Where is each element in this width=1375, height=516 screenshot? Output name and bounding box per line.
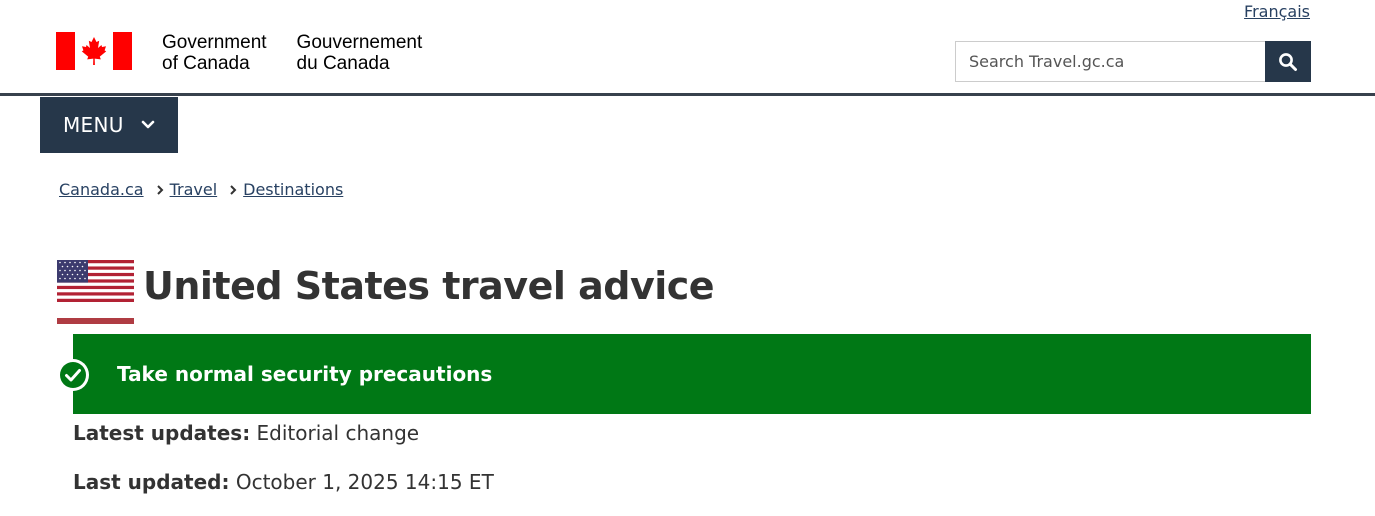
signature-french: Gouvernement du Canada	[297, 32, 423, 74]
signature-fr-line1: Gouvernement	[296, 32, 423, 53]
menu-button[interactable]: MENU	[40, 97, 178, 153]
chevron-right-icon	[229, 184, 237, 196]
site-header: Government of Canada Gouvernement du Can…	[0, 0, 1375, 96]
latest-updates: Latest updates: Editorial change	[73, 421, 419, 445]
chevron-right-icon	[156, 184, 164, 196]
chevron-down-icon	[141, 120, 155, 130]
signature-fr-line2: du Canada	[296, 53, 390, 74]
last-updated-value: October 1, 2025 14:15 ET	[235, 470, 494, 494]
risk-level-banner: Take normal security precautions	[73, 334, 1311, 414]
breadcrumb-link-canada[interactable]: Canada.ca	[59, 180, 144, 199]
menu-label: MENU	[63, 113, 124, 137]
search-input[interactable]	[955, 41, 1265, 82]
check-circle-icon	[57, 359, 89, 391]
flag-block	[57, 260, 134, 324]
government-signature[interactable]: Government of Canada Gouvernement du Can…	[56, 32, 422, 74]
search-icon	[1279, 52, 1297, 71]
last-updated-label: Last updated:	[73, 470, 230, 494]
breadcrumb-link-travel[interactable]: Travel	[170, 180, 218, 199]
signature-en-line2: of Canada	[162, 53, 250, 74]
search-form	[955, 41, 1311, 82]
page-title-row: United States travel advice	[57, 260, 715, 324]
signature-english: Government of Canada	[162, 32, 267, 74]
page-title: United States travel advice	[143, 264, 715, 308]
last-updated: Last updated: October 1, 2025 14:15 ET	[73, 470, 494, 494]
breadcrumb: Canada.ca Travel Destinations	[59, 180, 343, 199]
latest-updates-label: Latest updates:	[73, 421, 251, 445]
breadcrumb-link-destinations[interactable]: Destinations	[243, 180, 343, 199]
signature-en-line1: Government	[162, 32, 267, 53]
latest-updates-value: Editorial change	[256, 421, 420, 445]
title-accent-bar	[57, 318, 134, 324]
risk-level-text: Take normal security precautions	[117, 362, 493, 386]
us-flag-icon	[57, 260, 134, 302]
search-button[interactable]	[1265, 41, 1311, 82]
canada-flag-icon	[56, 32, 132, 70]
